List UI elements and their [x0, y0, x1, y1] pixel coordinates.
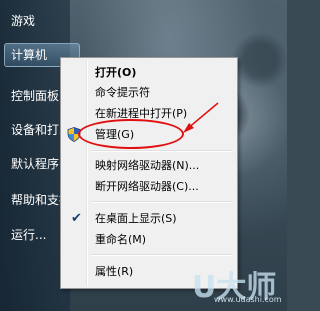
menu-item-label: 打开(O) — [95, 66, 137, 79]
highlight-circle — [78, 119, 184, 149]
watermark-url: www.udashi.com — [214, 295, 282, 304]
pointer-arrow-icon — [183, 102, 219, 133]
context-menu: 打开(O) 命令提示符 在新进程中打开(P) 管理(G) 映射网络驱动器(N).… — [60, 57, 238, 289]
watermark-logo: U大师 www.udashi.com — [172, 262, 287, 311]
menu-item-show-on-desktop[interactable]: ✔ 在桌面上显示(S) — [63, 208, 233, 229]
menu-item-label: 在桌面上显示(S) — [95, 212, 177, 225]
menu-item-rename[interactable]: 重命名(M) — [63, 229, 233, 250]
menu-separator — [91, 150, 233, 152]
menu-item-label: 命令提示符 — [95, 86, 150, 99]
menu-item-disconnect-network-drive[interactable]: 断开网络驱动器(C)... — [63, 176, 233, 197]
start-item-games[interactable]: 游戏 — [11, 13, 69, 29]
menu-item-map-network-drive[interactable]: 映射网络驱动器(N)... — [63, 155, 233, 176]
menu-separator — [91, 201, 233, 203]
menu-separator — [91, 254, 233, 256]
menu-item-label: 属性(R) — [95, 265, 134, 278]
menu-item-label: 断开网络驱动器(C)... — [95, 180, 199, 193]
checkmark-icon: ✔ — [71, 211, 82, 226]
menu-item-open[interactable]: 打开(O) — [63, 62, 233, 83]
menu-item-label: 重命名(M) — [95, 233, 147, 246]
menu-item-label: 映射网络驱动器(N)... — [95, 159, 200, 172]
